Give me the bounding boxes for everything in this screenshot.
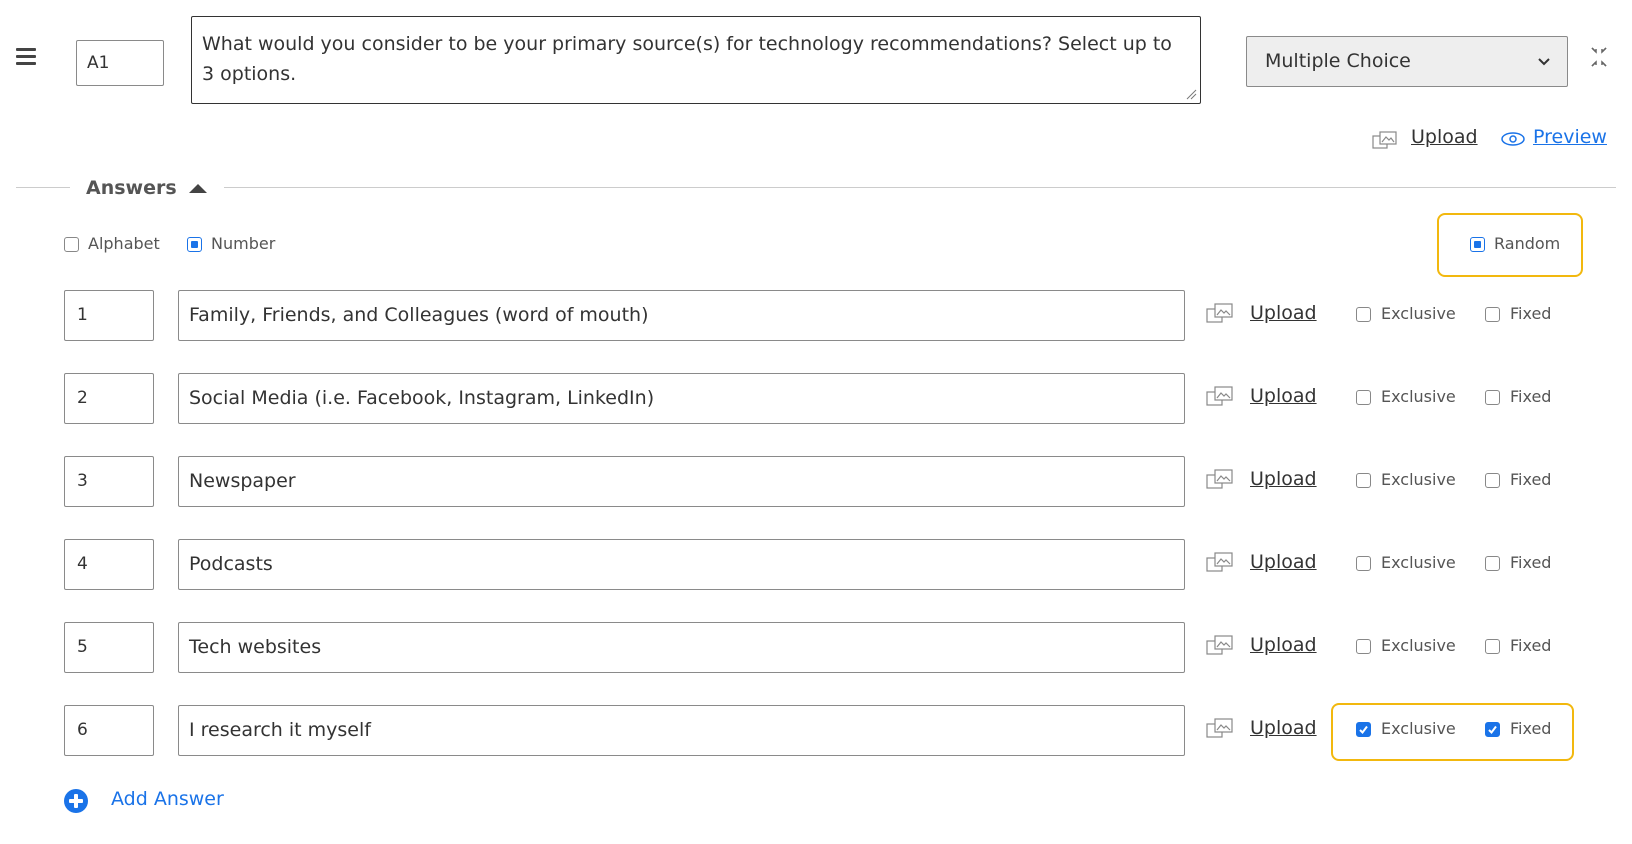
- divider: [16, 187, 70, 188]
- eye-icon[interactable]: [1500, 131, 1526, 147]
- exclusive-checkbox[interactable]: [1356, 556, 1371, 571]
- question-text: What would you consider to be your prima…: [202, 33, 1172, 85]
- answer-text-input[interactable]: Social Media (i.e. Facebook, Instagram, …: [178, 373, 1185, 424]
- image-upload-icon[interactable]: [1206, 468, 1234, 490]
- exclusive-label: Exclusive: [1381, 553, 1456, 572]
- fixed-checkbox[interactable]: [1485, 473, 1500, 488]
- answer-text-input[interactable]: I research it myself: [178, 705, 1185, 756]
- answer-text-input[interactable]: Newspaper: [178, 456, 1185, 507]
- image-upload-icon[interactable]: [1206, 302, 1234, 324]
- exclusive-checkbox[interactable]: [1356, 307, 1371, 322]
- answer-number-input[interactable]: 5: [64, 622, 154, 673]
- random-checkbox[interactable]: [1470, 237, 1485, 252]
- hamburger-icon[interactable]: [16, 48, 36, 65]
- chevron-down-icon: [1538, 58, 1550, 66]
- answer-upload-link[interactable]: Upload: [1250, 385, 1317, 407]
- answer-number-input[interactable]: 1: [64, 290, 154, 341]
- fixed-checkbox[interactable]: [1485, 307, 1500, 322]
- question-type-value: Multiple Choice: [1265, 50, 1411, 72]
- exclusive-label: Exclusive: [1381, 470, 1456, 489]
- image-upload-icon[interactable]: [1206, 385, 1234, 407]
- exclusive-label: Exclusive: [1381, 636, 1456, 655]
- fixed-label: Fixed: [1510, 387, 1552, 406]
- fixed-label: Fixed: [1510, 470, 1552, 489]
- caret-up-icon[interactable]: [187, 182, 209, 194]
- answer-upload-link[interactable]: Upload: [1250, 717, 1317, 739]
- resize-handle-icon[interactable]: [1185, 88, 1197, 100]
- alphabet-label: Alphabet: [88, 234, 160, 253]
- question-code-input[interactable]: A1: [76, 40, 164, 86]
- question-textarea[interactable]: What would you consider to be your prima…: [191, 16, 1201, 104]
- random-label: Random: [1494, 234, 1561, 253]
- exclusive-checkbox[interactable]: [1356, 639, 1371, 654]
- answer-upload-link[interactable]: Upload: [1250, 302, 1317, 324]
- image-upload-icon[interactable]: [1372, 130, 1398, 150]
- answers-section-title: Answers: [86, 177, 177, 199]
- fixed-checkbox[interactable]: [1485, 390, 1500, 405]
- answer-upload-link[interactable]: Upload: [1250, 468, 1317, 490]
- image-upload-icon[interactable]: [1206, 717, 1234, 739]
- exclusive-checkbox[interactable]: [1356, 473, 1371, 488]
- fixed-label: Fixed: [1510, 304, 1552, 323]
- exclusive-label: Exclusive: [1381, 304, 1456, 323]
- image-upload-icon[interactable]: [1206, 551, 1234, 573]
- answer-number-input[interactable]: 3: [64, 456, 154, 507]
- divider: [224, 187, 1616, 188]
- number-checkbox[interactable]: [187, 237, 202, 252]
- fixed-label: Fixed: [1510, 636, 1552, 655]
- collapse-arrows-icon[interactable]: [1590, 44, 1608, 70]
- question-upload-link[interactable]: Upload: [1411, 126, 1478, 148]
- fixed-checkbox[interactable]: [1485, 639, 1500, 654]
- image-upload-icon[interactable]: [1206, 634, 1234, 656]
- plus-circle-icon[interactable]: [64, 789, 88, 813]
- answer-text-input[interactable]: Tech websites: [178, 622, 1185, 673]
- answer-number-input[interactable]: 2: [64, 373, 154, 424]
- answer-text-input[interactable]: Podcasts: [178, 539, 1185, 590]
- answer-upload-link[interactable]: Upload: [1250, 634, 1317, 656]
- exclusive-label: Exclusive: [1381, 387, 1456, 406]
- question-type-select[interactable]: Multiple Choice: [1246, 36, 1568, 87]
- number-label: Number: [211, 234, 276, 253]
- exclusive-fixed-highlight: [1331, 703, 1574, 761]
- fixed-label: Fixed: [1510, 553, 1552, 572]
- answer-number-input[interactable]: 4: [64, 539, 154, 590]
- answer-number-input[interactable]: 6: [64, 705, 154, 756]
- alphabet-checkbox[interactable]: [64, 237, 79, 252]
- preview-link[interactable]: Preview: [1533, 126, 1607, 148]
- exclusive-checkbox[interactable]: [1356, 390, 1371, 405]
- answer-upload-link[interactable]: Upload: [1250, 551, 1317, 573]
- fixed-checkbox[interactable]: [1485, 556, 1500, 571]
- add-answer-link[interactable]: Add Answer: [111, 788, 224, 810]
- answer-text-input[interactable]: Family, Friends, and Colleagues (word of…: [178, 290, 1185, 341]
